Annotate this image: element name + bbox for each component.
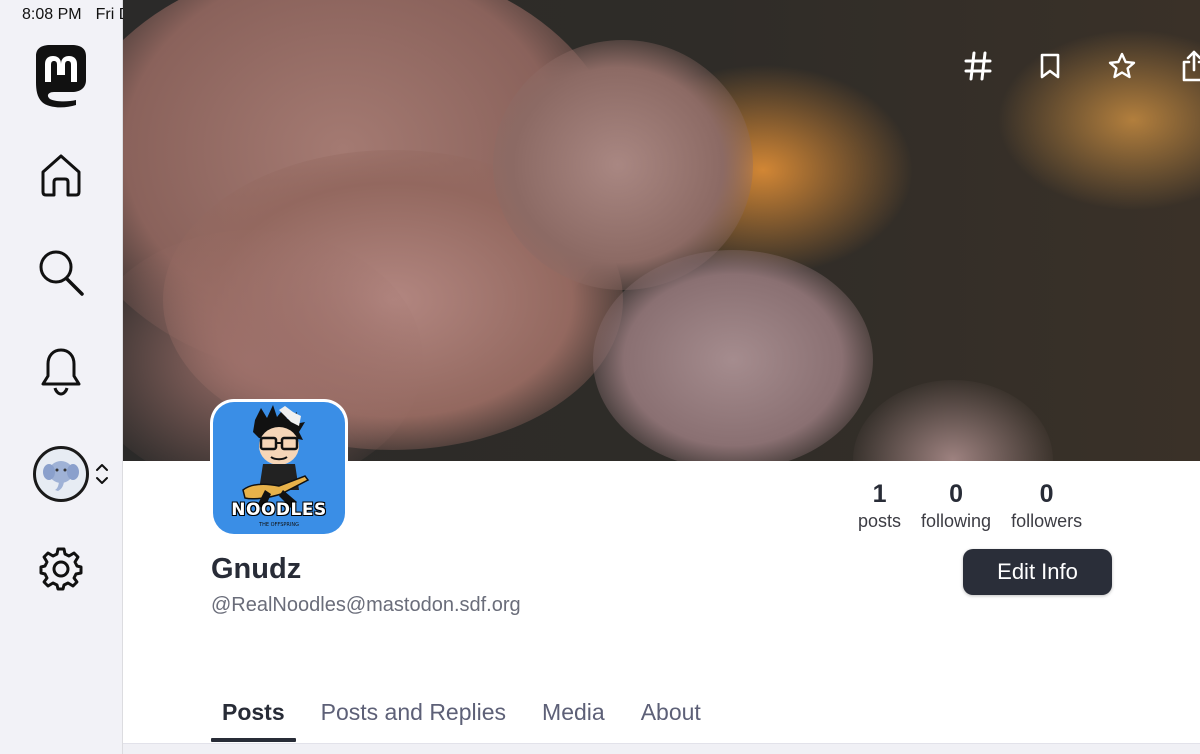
star-icon <box>1107 51 1137 86</box>
profile-tabs: Posts Posts and Replies Media About <box>211 695 726 742</box>
home-icon <box>39 152 83 203</box>
stat-posts[interactable]: 1 posts <box>858 480 901 534</box>
display-name: Gnudz <box>211 553 302 585</box>
gear-icon <box>39 547 83 596</box>
avatar-image: NOODLES THE OFFSPRING <box>213 402 345 534</box>
sidebar: 8:08 PMFri Dec 16 <box>0 0 169 754</box>
bell-icon <box>39 346 83 401</box>
share-button[interactable] <box>1171 48 1200 88</box>
header-toolbar <box>955 48 1200 88</box>
stat-followers-label: followers <box>1011 511 1083 531</box>
home-button[interactable] <box>34 150 88 204</box>
avatar-caption: NOODLES <box>231 500 327 520</box>
settings-button[interactable] <box>34 544 88 598</box>
hashtag-icon <box>964 51 992 86</box>
profile-header-banner <box>123 0 1200 461</box>
mastodon-logo-icon[interactable] <box>28 42 94 108</box>
stat-following[interactable]: 0 following <box>921 480 991 534</box>
search-icon <box>37 248 85 303</box>
tab-posts[interactable]: Posts <box>211 695 296 742</box>
tab-about[interactable]: About <box>630 695 712 736</box>
hashtag-button[interactable] <box>955 48 1001 88</box>
bookmarks-button[interactable] <box>1027 48 1073 88</box>
edit-info-button[interactable]: Edit Info <box>963 549 1112 595</box>
notifications-button[interactable] <box>34 346 88 400</box>
tab-divider <box>123 743 1200 754</box>
profile-avatar[interactable]: NOODLES THE OFFSPRING <box>210 399 348 537</box>
tab-posts-and-replies[interactable]: Posts and Replies <box>310 695 517 736</box>
tab-media[interactable]: Media <box>531 695 616 736</box>
account-switcher[interactable] <box>33 446 115 502</box>
stat-followers-count: 0 <box>1039 480 1054 508</box>
stat-posts-label: posts <box>858 511 902 531</box>
account-handle: @RealNoodles@mastodon.sdf.org <box>211 594 521 616</box>
search-button[interactable] <box>34 248 88 302</box>
profile-stats: 1 posts 0 following 0 followers <box>858 480 1082 534</box>
stat-followers[interactable]: 0 followers <box>1011 480 1082 534</box>
favourites-button[interactable] <box>1099 48 1145 88</box>
bookmark-icon <box>1039 52 1061 85</box>
stat-following-label: following <box>921 511 992 531</box>
avatar-subcaption: THE OFFSPRING <box>259 522 299 528</box>
status-time: 8:08 PM <box>22 6 82 23</box>
elephant-avatar-icon <box>33 446 89 502</box>
share-icon <box>1180 49 1200 88</box>
stat-posts-count: 1 <box>872 480 887 508</box>
stat-following-count: 0 <box>949 480 963 508</box>
chevron-up-down-icon <box>94 460 110 488</box>
